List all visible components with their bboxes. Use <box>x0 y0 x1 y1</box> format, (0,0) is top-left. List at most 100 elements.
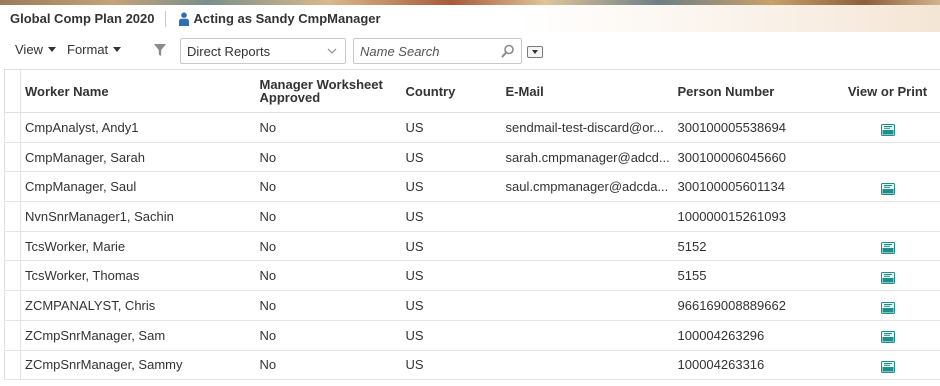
search-icon[interactable] <box>501 44 515 58</box>
worker-name-cell[interactable]: CmpManager, Saul <box>20 171 257 203</box>
more-options-button[interactable] <box>527 46 543 58</box>
row-selector[interactable] <box>4 350 21 381</box>
pdf-icon[interactable] <box>880 301 895 314</box>
name-search-input[interactable] <box>360 43 500 59</box>
workers-table-container: Worker Name Manager Worksheet Approved C… <box>4 69 940 386</box>
country-cell: US <box>402 231 503 262</box>
chevron-down-icon <box>532 50 538 54</box>
email-cell: sarah.cmpmanager@adcd... <box>502 142 675 173</box>
approved-cell: No <box>256 320 403 351</box>
format-menu[interactable]: Format <box>67 42 122 57</box>
country-cell: US <box>402 112 503 143</box>
country-cell: US <box>402 201 503 232</box>
title-bar: Global Comp Plan 2020 Acting as Sandy Cm… <box>0 5 940 32</box>
view-or-print-cell <box>824 142 940 173</box>
approved-cell: No <box>256 350 403 381</box>
column-header-email[interactable]: E-Mail <box>502 69 675 113</box>
workers-table: Worker Name Manager Worksheet Approved C… <box>4 69 940 381</box>
email-cell <box>502 350 675 381</box>
approved-cell: No <box>256 290 403 321</box>
person-icon <box>178 11 189 26</box>
country-cell: US <box>402 260 503 292</box>
row-selector[interactable] <box>4 320 21 351</box>
row-selector-header <box>4 69 21 113</box>
filter-icon[interactable] <box>153 43 167 57</box>
table-row[interactable]: TcsWorker, Marie No US 5152 <box>4 231 940 262</box>
report-filter-value: Direct Reports <box>187 43 271 59</box>
column-header-worker-name[interactable]: Worker Name <box>20 69 257 113</box>
person-number-cell: 300100006045660 <box>674 142 825 173</box>
column-header-person-number[interactable]: Person Number <box>674 69 825 113</box>
toolbar: View Format Direct Reports <box>0 36 940 66</box>
country-cell: US <box>402 350 503 381</box>
worker-name-cell[interactable]: ZCmpSnrManager, Sammy <box>20 350 257 381</box>
table-row[interactable]: CmpManager, Saul No US saul.cmpmanager@adcd… <box>4 171 940 203</box>
view-menu[interactable]: View <box>15 42 56 57</box>
table-row[interactable]: ZCmpSnrManager, Sam No US 100004263296 <box>4 320 940 351</box>
table-row[interactable]: TcsWorker, Thomas No US 5155 <box>4 260 940 292</box>
approved-cell: No <box>256 112 403 143</box>
row-selector[interactable] <box>4 112 21 143</box>
format-menu-label: Format <box>67 42 109 57</box>
worker-name-cell[interactable]: ZCmpSnrManager, Sam <box>20 320 257 351</box>
chevron-down-icon <box>113 47 122 52</box>
acting-as-label[interactable]: Acting as Sandy CmpManager <box>194 11 381 26</box>
approved-cell: No <box>256 231 403 262</box>
view-or-print-cell <box>824 171 940 203</box>
person-number-cell: 5152 <box>674 231 825 262</box>
view-or-print-cell <box>824 320 940 351</box>
pdf-icon[interactable] <box>880 123 895 136</box>
table-row[interactable]: NvnSnrManager1, Sachin No US 10000001526109… <box>4 201 940 232</box>
approved-cell: No <box>256 260 403 292</box>
table-header-row: Worker Name Manager Worksheet Approved C… <box>4 69 940 113</box>
view-menu-label: View <box>15 42 43 57</box>
person-number-cell: 100004263296 <box>674 320 825 351</box>
row-selector[interactable] <box>4 142 21 173</box>
pdf-icon[interactable] <box>880 183 895 195</box>
row-selector[interactable] <box>4 260 21 292</box>
worker-name-cell[interactable]: NvnSnrManager1, Sachin <box>20 201 257 232</box>
column-header-manager-worksheet-approved[interactable]: Manager Worksheet Approved <box>256 69 403 113</box>
person-number-cell: 5155 <box>674 260 825 292</box>
row-selector[interactable] <box>4 201 21 232</box>
pdf-icon[interactable] <box>880 331 895 344</box>
email-cell <box>502 290 675 321</box>
pdf-icon[interactable] <box>880 361 895 374</box>
worker-name-cell[interactable]: CmpManager, Sarah <box>20 142 257 173</box>
row-selector[interactable] <box>4 231 21 262</box>
column-header-country[interactable]: Country <box>402 69 503 113</box>
worker-name-cell[interactable]: TcsWorker, Marie <box>20 231 257 262</box>
country-cell: US <box>402 290 503 321</box>
view-or-print-cell <box>824 231 940 262</box>
table-row[interactable]: CmpManager, Sarah No US sarah.cmpmanager@ad… <box>4 142 940 173</box>
country-cell: US <box>402 320 503 351</box>
report-filter-select[interactable]: Direct Reports <box>180 38 346 64</box>
approved-cell: No <box>256 201 403 232</box>
person-number-cell: 100000015261093 <box>674 201 825 232</box>
worker-name-cell[interactable]: ZCMPANALYST, Chris <box>20 290 257 321</box>
approved-cell: No <box>256 142 403 173</box>
column-header-view-or-print: View or Print <box>824 69 940 113</box>
chevron-down-icon <box>327 48 337 54</box>
table-row[interactable]: ZCmpSnrManager, Sammy No US 100004263316 <box>4 350 940 381</box>
view-or-print-cell <box>824 290 940 321</box>
app-title: Global Comp Plan 2020 <box>10 11 155 26</box>
person-number-cell: 100004263316 <box>674 350 825 381</box>
table-row[interactable]: ZCMPANALYST, Chris No US 966169008889662 <box>4 290 940 321</box>
row-selector[interactable] <box>4 171 21 203</box>
country-cell: US <box>402 142 503 173</box>
worker-name-cell[interactable]: CmpAnalyst, Andy1 <box>20 112 257 143</box>
view-or-print-cell <box>824 350 940 381</box>
worker-name-cell[interactable]: TcsWorker, Thomas <box>20 260 257 292</box>
view-or-print-cell <box>824 112 940 143</box>
pdf-icon[interactable] <box>880 242 895 255</box>
person-number-cell: 300100005601134 <box>674 171 825 203</box>
email-cell <box>502 320 675 351</box>
person-number-cell: 300100005538694 <box>674 112 825 143</box>
email-cell <box>502 231 675 262</box>
row-selector[interactable] <box>4 290 21 321</box>
country-cell: US <box>402 171 503 203</box>
table-row[interactable]: CmpAnalyst, Andy1 No US sendmail-test-disca… <box>4 112 940 143</box>
table-body: CmpAnalyst, Andy1 No US sendmail-test-disca… <box>4 112 940 381</box>
pdf-icon[interactable] <box>880 272 895 285</box>
